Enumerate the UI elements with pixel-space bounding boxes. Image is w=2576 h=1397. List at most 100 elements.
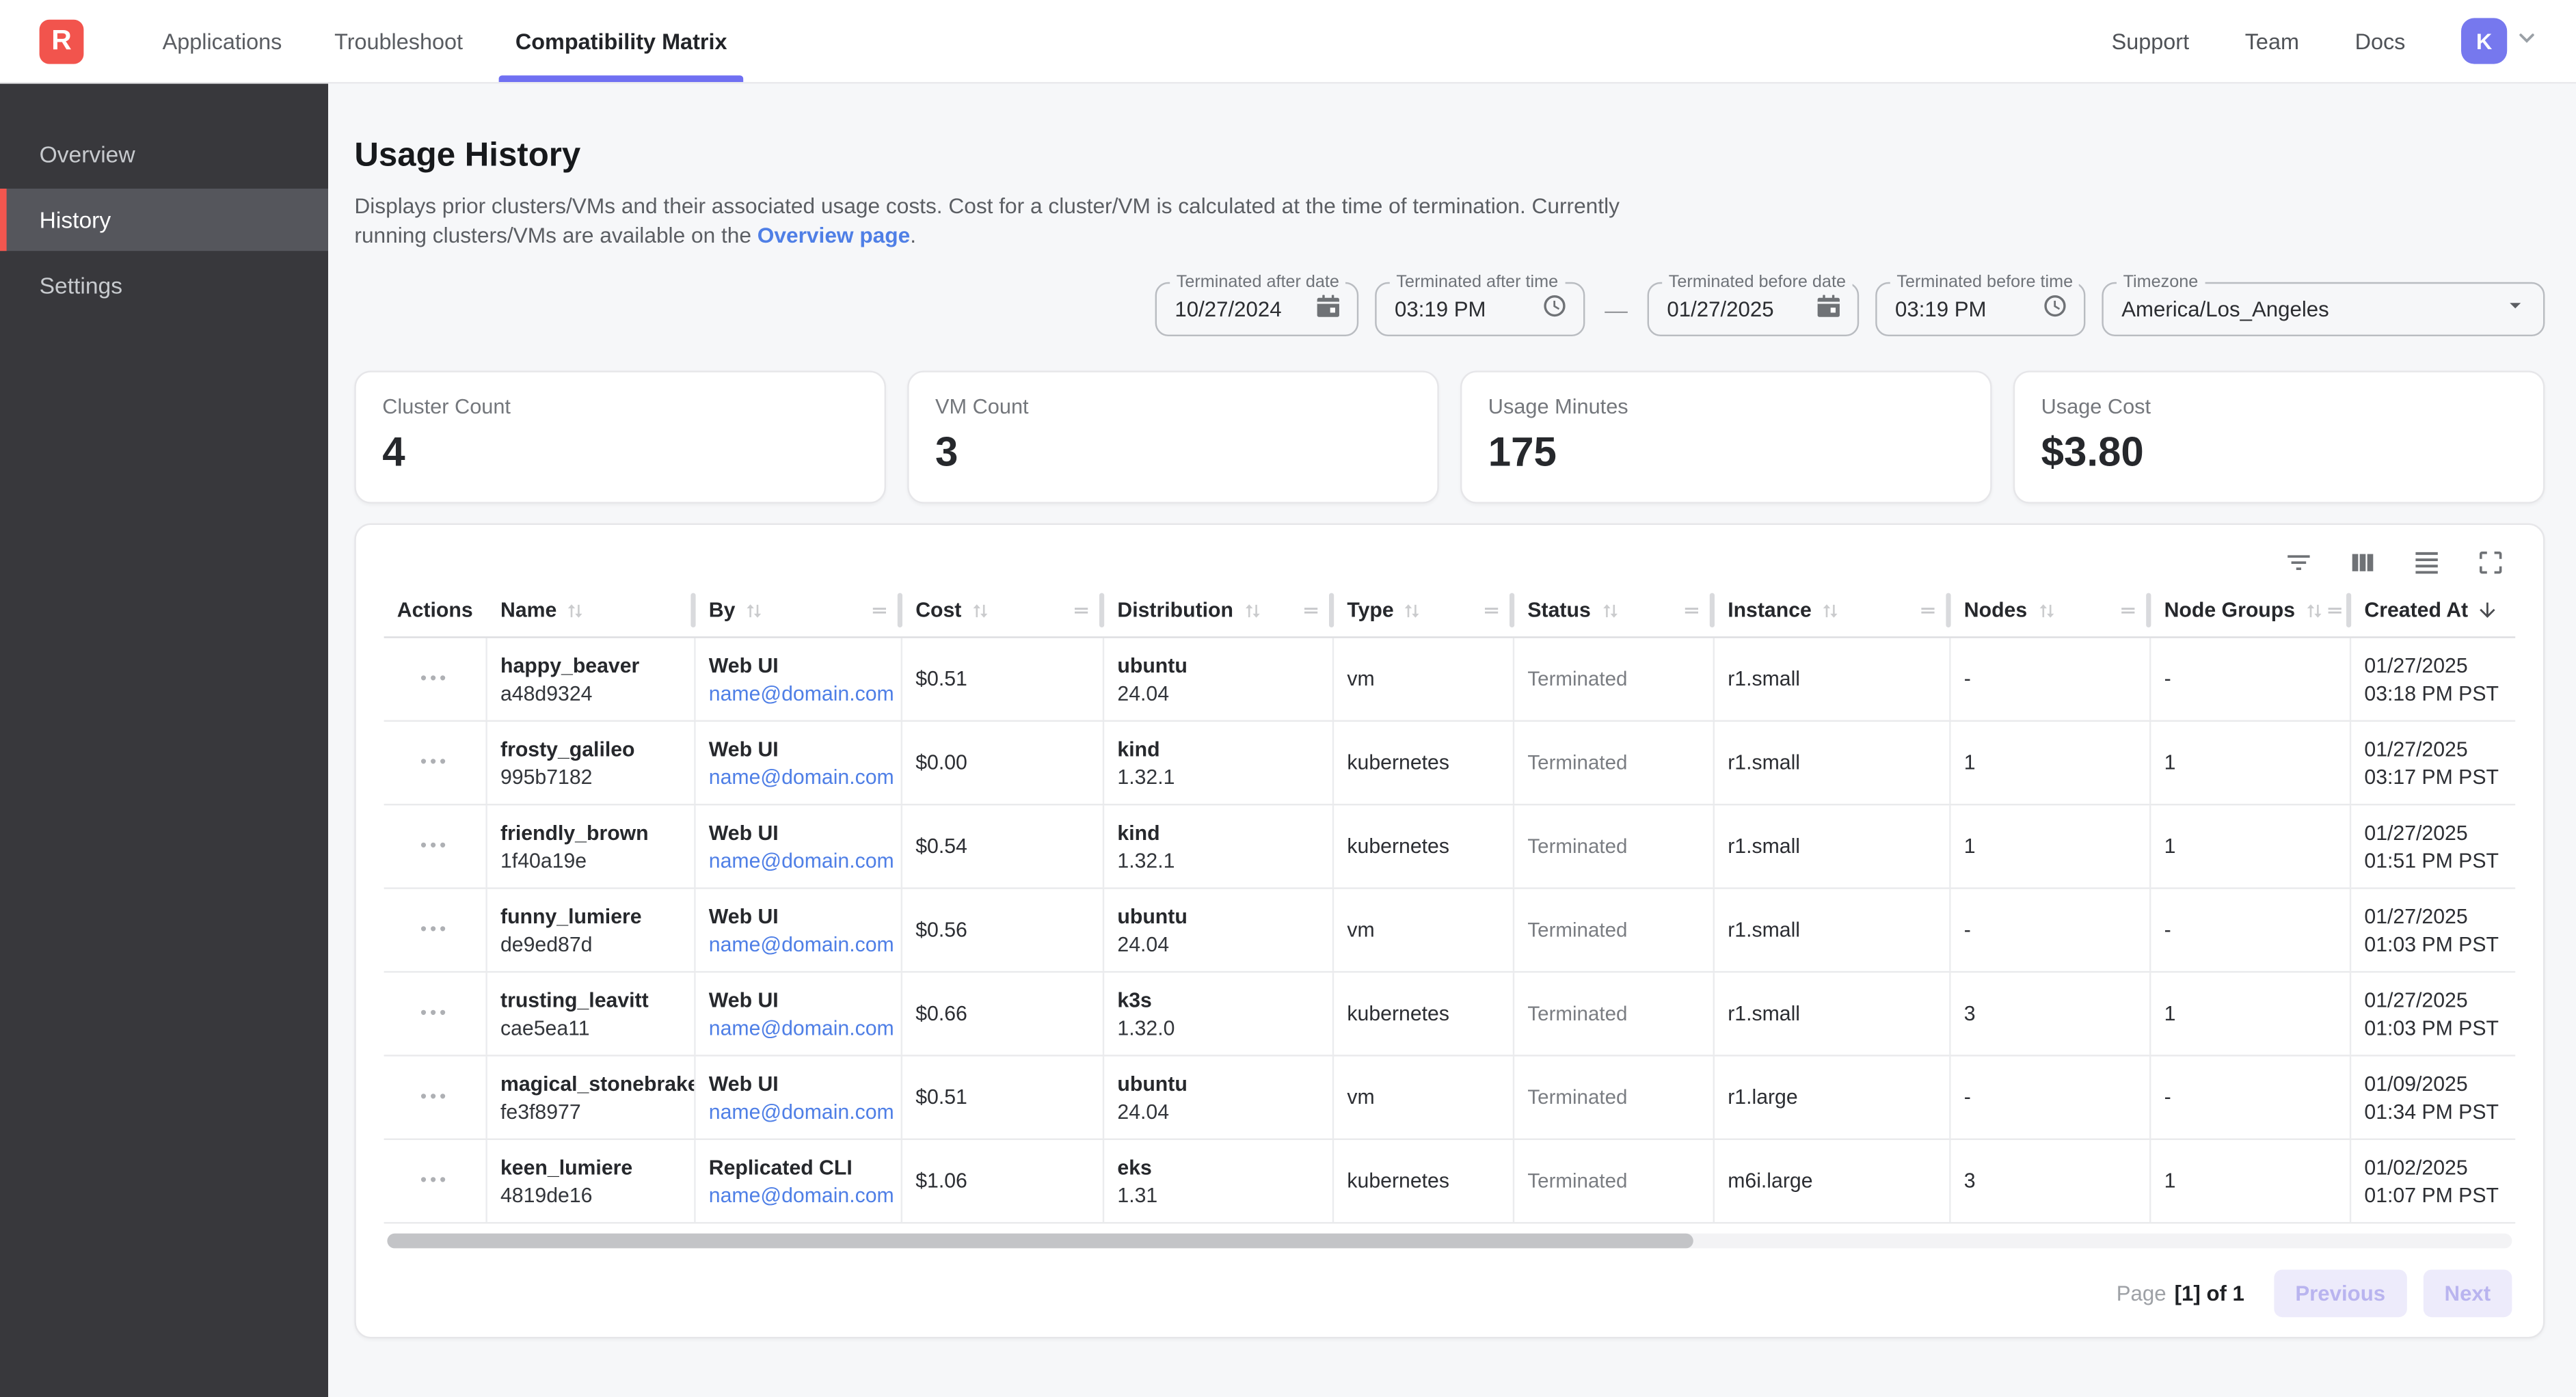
creator-email-link[interactable]: name@domain.com bbox=[709, 1184, 888, 1207]
creator-email-link[interactable]: name@domain.com bbox=[709, 1100, 888, 1123]
columns-icon[interactable] bbox=[2348, 548, 2377, 578]
creator-email-link[interactable]: name@domain.com bbox=[709, 681, 888, 705]
sort-icon[interactable] bbox=[1599, 599, 1620, 621]
sort-icon[interactable] bbox=[2303, 599, 2324, 621]
creator-email-link[interactable]: name@domain.com bbox=[709, 1016, 888, 1040]
next-page-button[interactable]: Next bbox=[2423, 1270, 2512, 1318]
column-grip-icon[interactable] bbox=[1918, 600, 1938, 620]
sidebar-item-history[interactable]: History bbox=[0, 189, 328, 251]
nodes-cell: 1 bbox=[1964, 751, 2136, 774]
column-grip-icon[interactable] bbox=[1682, 600, 1702, 620]
created-by: Web UI bbox=[709, 737, 888, 761]
link-team[interactable]: Team bbox=[2245, 29, 2299, 53]
replicated-logo[interactable]: R bbox=[40, 19, 84, 64]
table-header-row: Actions Name By Cost Distribution Type S… bbox=[384, 584, 2516, 638]
sort-icon[interactable] bbox=[1402, 599, 1423, 621]
sort-icon[interactable] bbox=[565, 599, 586, 621]
tab-troubleshoot[interactable]: Troubleshoot bbox=[308, 0, 489, 82]
density-icon[interactable] bbox=[2412, 548, 2441, 578]
stat-value: $3.80 bbox=[2041, 430, 2517, 478]
cluster-name: keen_lumiere bbox=[500, 1156, 681, 1179]
row-actions-button[interactable]: ••• bbox=[420, 998, 449, 1029]
row-actions-button[interactable]: ••• bbox=[420, 914, 449, 946]
table-row: ••• trusting_leavittcae5ea11 Web UIname@… bbox=[384, 973, 2516, 1056]
timezone-select[interactable]: Timezone America/Los_Angeles bbox=[2102, 282, 2545, 336]
field-value[interactable]: America/Los_Angeles bbox=[2121, 297, 2492, 321]
row-actions-button[interactable]: ••• bbox=[420, 831, 449, 863]
sidebar-item-overview[interactable]: Overview bbox=[0, 123, 328, 185]
col-header-node-groups[interactable]: Node Groups bbox=[2151, 584, 2351, 636]
col-header-type[interactable]: Type bbox=[1334, 584, 1514, 636]
stat-card-usage-cost: Usage Cost $3.80 bbox=[2013, 370, 2545, 503]
row-actions-button[interactable]: ••• bbox=[420, 1082, 449, 1113]
avatar[interactable]: K bbox=[2461, 18, 2507, 64]
creator-email-link[interactable]: name@domain.com bbox=[709, 849, 888, 872]
cluster-name: happy_beaver bbox=[500, 653, 681, 677]
main-content: Usage History Displays prior clusters/VM… bbox=[328, 83, 2576, 1397]
table-row: ••• keen_lumiere4819de16 Replicated CLIn… bbox=[384, 1140, 2516, 1223]
sort-icon[interactable] bbox=[1820, 599, 1841, 621]
created-time: 01:03 PM PST bbox=[2364, 932, 2502, 955]
fullscreen-icon[interactable] bbox=[2476, 548, 2506, 578]
col-header-cost[interactable]: Cost bbox=[902, 584, 1104, 636]
instance-cell: r1.small bbox=[1728, 751, 1936, 774]
tab-applications[interactable]: Applications bbox=[136, 0, 308, 82]
sort-icon[interactable] bbox=[743, 599, 764, 621]
sidebar-item-settings[interactable]: Settings bbox=[0, 254, 328, 316]
horizontal-scrollbar[interactable] bbox=[387, 1234, 2512, 1249]
sort-icon[interactable] bbox=[2035, 599, 2056, 621]
link-docs[interactable]: Docs bbox=[2355, 29, 2406, 53]
sort-icon[interactable] bbox=[1242, 599, 1263, 621]
terminated-after-date-field[interactable]: Terminated after date 10/27/2024 bbox=[1155, 282, 1359, 336]
sort-icon[interactable] bbox=[969, 599, 991, 621]
col-header-created-at[interactable]: Created At bbox=[2351, 584, 2515, 636]
col-label: Name bbox=[500, 599, 556, 622]
row-actions-button[interactable]: ••• bbox=[420, 1165, 449, 1197]
calendar-icon[interactable] bbox=[1314, 291, 1342, 327]
field-value[interactable]: 03:19 PM bbox=[1395, 297, 1531, 321]
type-cell: kubernetes bbox=[1347, 835, 1499, 858]
clock-icon[interactable] bbox=[2041, 291, 2069, 327]
overview-page-link[interactable]: Overview page bbox=[757, 222, 910, 247]
clock-icon[interactable] bbox=[1541, 291, 1569, 327]
field-value[interactable]: 01/27/2025 bbox=[1667, 297, 1805, 321]
creator-email-link[interactable]: name@domain.com bbox=[709, 765, 888, 789]
col-header-nodes[interactable]: Nodes bbox=[1951, 584, 2151, 636]
cluster-name: magical_stonebraker bbox=[500, 1072, 681, 1095]
cost-cell: $0.54 bbox=[915, 835, 1089, 858]
column-grip-icon[interactable] bbox=[2324, 600, 2344, 620]
scrollbar-thumb[interactable] bbox=[387, 1234, 1693, 1249]
field-value[interactable]: 03:19 PM bbox=[1895, 297, 2031, 321]
column-grip-icon[interactable] bbox=[1301, 600, 1321, 620]
column-grip-icon[interactable] bbox=[1481, 600, 1501, 620]
node-groups-cell: - bbox=[2164, 668, 2337, 691]
cost-cell: $0.51 bbox=[915, 1086, 1089, 1109]
calendar-icon[interactable] bbox=[1814, 291, 1842, 327]
link-support[interactable]: Support bbox=[2112, 29, 2190, 53]
terminated-before-date-field[interactable]: Terminated before date 01/27/2025 bbox=[1648, 282, 1860, 336]
column-grip-icon[interactable] bbox=[1071, 600, 1091, 620]
terminated-after-time-field[interactable]: Terminated after time 03:19 PM bbox=[1375, 282, 1585, 336]
field-value[interactable]: 10/27/2024 bbox=[1175, 297, 1304, 321]
creator-email-link[interactable]: name@domain.com bbox=[709, 932, 888, 955]
col-header-status[interactable]: Status bbox=[1514, 584, 1715, 636]
previous-page-button[interactable]: Previous bbox=[2274, 1270, 2406, 1318]
row-actions-button[interactable]: ••• bbox=[420, 664, 449, 695]
caret-down-icon[interactable] bbox=[2502, 292, 2528, 326]
chevron-down-icon[interactable] bbox=[2514, 24, 2540, 58]
sort-desc-icon[interactable] bbox=[2476, 599, 2499, 622]
created-by: Web UI bbox=[709, 821, 888, 844]
column-grip-icon[interactable] bbox=[2118, 600, 2138, 620]
terminated-before-time-field[interactable]: Terminated before time 03:19 PM bbox=[1875, 282, 2085, 336]
tab-compatibility-matrix[interactable]: Compatibility Matrix bbox=[489, 0, 753, 82]
col-header-distribution[interactable]: Distribution bbox=[1104, 584, 1334, 636]
column-grip-icon[interactable] bbox=[870, 600, 889, 620]
row-actions-button[interactable]: ••• bbox=[420, 747, 449, 778]
account-menu[interactable]: K bbox=[2461, 18, 2540, 64]
table-row: ••• magical_stonebrakerfe3f8977 Web UIna… bbox=[384, 1057, 2516, 1140]
filter-icon[interactable] bbox=[2284, 548, 2313, 578]
stat-label: Usage Cost bbox=[2041, 394, 2517, 418]
col-header-instance[interactable]: Instance bbox=[1715, 584, 1951, 636]
col-header-by[interactable]: By bbox=[696, 584, 902, 636]
col-header-name[interactable]: Name bbox=[487, 584, 696, 636]
